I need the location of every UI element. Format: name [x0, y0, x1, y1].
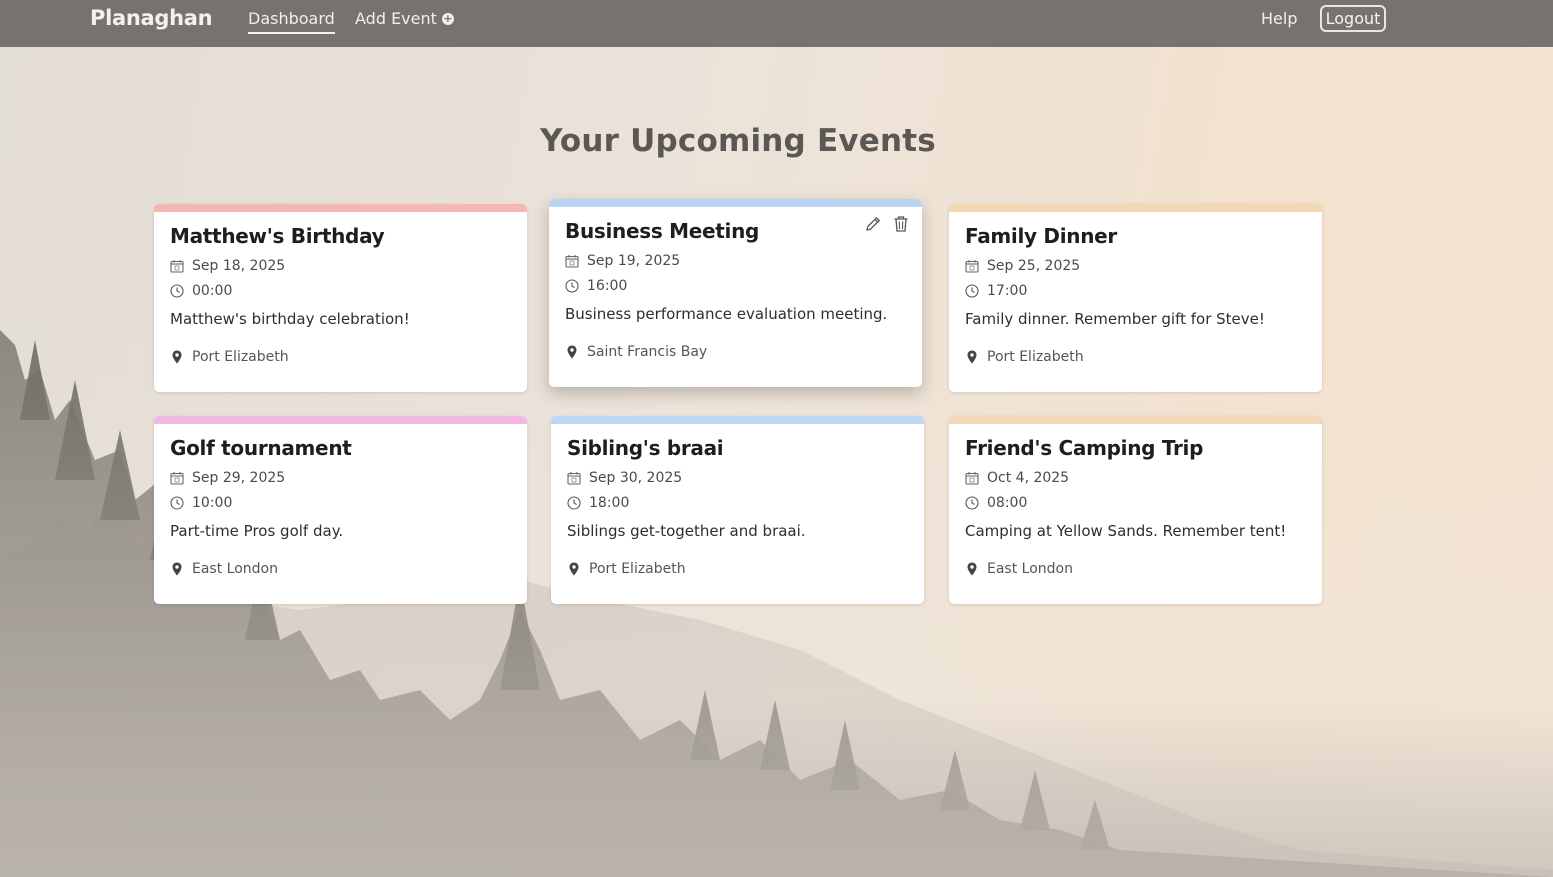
map-pin-icon — [567, 562, 581, 576]
event-date: Sep 19, 2025 — [587, 253, 681, 269]
nav-add-event-link[interactable]: Add Event + — [355, 9, 454, 28]
clock-icon — [567, 496, 581, 510]
event-date: Sep 18, 2025 — [192, 258, 286, 274]
map-pin-icon — [565, 345, 579, 359]
brand-logo[interactable]: Planaghan — [90, 6, 213, 30]
event-date-row: Sep 19, 2025 — [565, 253, 680, 269]
event-date-row: Sep 29, 2025 — [170, 470, 285, 486]
calendar-icon — [567, 471, 581, 485]
event-card[interactable]: Business Meeting Sep 19, 2025 16:00 Busi… — [549, 199, 922, 387]
logout-button[interactable]: Logout — [1320, 5, 1386, 32]
event-description: Family dinner. Remember gift for Steve! — [965, 310, 1265, 328]
map-pin-icon — [965, 350, 979, 364]
clock-icon — [170, 284, 184, 298]
calendar-icon — [965, 471, 979, 485]
event-date-row: Sep 25, 2025 — [965, 258, 1080, 274]
event-location-row: Port Elizabeth — [567, 561, 686, 577]
event-date: Sep 25, 2025 — [987, 258, 1081, 274]
event-description: Siblings get-together and braai. — [567, 522, 806, 540]
event-color-bar — [549, 199, 922, 207]
event-location: Port Elizabeth — [987, 349, 1084, 365]
event-time: 16:00 — [587, 278, 628, 294]
event-actions — [864, 215, 910, 233]
event-location-row: East London — [170, 561, 278, 577]
event-time-row: 00:00 — [170, 283, 232, 299]
event-location-row: Port Elizabeth — [170, 349, 289, 365]
event-color-bar — [154, 416, 527, 424]
event-time-row: 17:00 — [965, 283, 1027, 299]
clock-icon — [565, 279, 579, 293]
event-time: 10:00 — [192, 495, 233, 511]
event-location-row: East London — [965, 561, 1073, 577]
calendar-icon — [965, 259, 979, 273]
event-card[interactable]: Golf tournament Sep 29, 2025 10:00 Part-… — [154, 416, 527, 604]
map-pin-icon — [170, 350, 184, 364]
event-color-bar — [154, 204, 527, 212]
event-color-bar — [551, 416, 924, 424]
event-time-row: 18:00 — [567, 495, 629, 511]
event-location: Port Elizabeth — [589, 561, 686, 577]
event-location: East London — [987, 561, 1073, 577]
nav-add-event-label: Add Event — [355, 9, 437, 28]
event-location-row: Port Elizabeth — [965, 349, 1084, 365]
event-color-bar — [949, 204, 1322, 212]
clock-icon — [965, 496, 979, 510]
plus-circle-icon: + — [441, 11, 454, 25]
event-card[interactable]: Sibling's braai Sep 30, 2025 18:00 Sibli… — [551, 416, 924, 604]
map-pin-icon — [965, 562, 979, 576]
calendar-icon — [170, 471, 184, 485]
event-time-row: 16:00 — [565, 278, 627, 294]
nav-help-link[interactable]: Help — [1261, 9, 1297, 28]
event-time: 18:00 — [589, 495, 630, 511]
event-location: Port Elizabeth — [192, 349, 289, 365]
event-time-row: 10:00 — [170, 495, 232, 511]
page-title: Your Upcoming Events — [540, 123, 936, 159]
event-date-row: Sep 18, 2025 — [170, 258, 285, 274]
event-location: Saint Francis Bay — [587, 344, 708, 360]
event-card[interactable]: Family Dinner Sep 25, 2025 17:00 Family … — [949, 204, 1322, 392]
event-title: Golf tournament — [170, 436, 352, 460]
event-card[interactable]: Friend's Camping Trip Oct 4, 2025 08:00 … — [949, 416, 1322, 604]
event-time: 08:00 — [987, 495, 1028, 511]
clock-icon — [170, 496, 184, 510]
event-time: 17:00 — [987, 283, 1028, 299]
event-date: Oct 4, 2025 — [987, 470, 1070, 486]
event-description: Camping at Yellow Sands. Remember tent! — [965, 522, 1287, 540]
calendar-icon — [565, 254, 579, 268]
pencil-icon[interactable] — [864, 215, 882, 233]
event-date: Sep 29, 2025 — [192, 470, 286, 486]
event-color-bar — [949, 416, 1322, 424]
event-description: Part-time Pros golf day. — [170, 522, 344, 540]
nav-dashboard-link[interactable]: Dashboard — [248, 9, 335, 34]
event-description: Matthew's birthday celebration! — [170, 310, 410, 328]
clock-icon — [965, 284, 979, 298]
event-date: Sep 30, 2025 — [589, 470, 683, 486]
event-location: East London — [192, 561, 278, 577]
event-date-row: Sep 30, 2025 — [567, 470, 682, 486]
event-title: Sibling's braai — [567, 436, 724, 460]
calendar-icon — [170, 259, 184, 273]
event-location-row: Saint Francis Bay — [565, 344, 707, 360]
event-card[interactable]: Matthew's Birthday Sep 18, 2025 00:00 Ma… — [154, 204, 527, 392]
map-pin-icon — [170, 562, 184, 576]
event-time: 00:00 — [192, 283, 233, 299]
top-navbar: Planaghan Dashboard Add Event + Help Log… — [0, 0, 1553, 47]
trash-icon[interactable] — [892, 215, 910, 233]
event-title: Friend's Camping Trip — [965, 436, 1204, 460]
event-title: Business Meeting — [565, 219, 760, 243]
event-time-row: 08:00 — [965, 495, 1027, 511]
event-date-row: Oct 4, 2025 — [965, 470, 1069, 486]
event-title: Matthew's Birthday — [170, 224, 385, 248]
event-description: Business performance evaluation meeting. — [565, 305, 888, 323]
event-title: Family Dinner — [965, 224, 1117, 248]
